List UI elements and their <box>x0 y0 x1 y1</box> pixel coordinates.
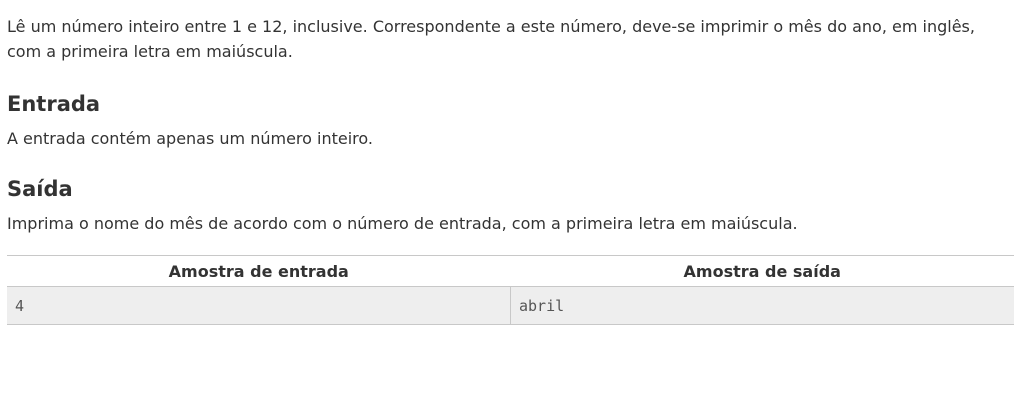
sample-input-header: Amostra de entrada <box>7 255 511 287</box>
samples-table: Amostra de entrada Amostra de saída 4 ab… <box>7 255 1014 325</box>
problem-content: Lê um número inteiro entre 1 e 12, inclu… <box>7 0 1014 325</box>
output-section-title: Saída <box>7 177 73 201</box>
samples-header-row: Amostra de entrada Amostra de saída <box>7 255 1014 287</box>
table-row: 4 abril <box>7 286 1014 325</box>
input-section-text: A entrada contém apenas um número inteir… <box>7 129 373 148</box>
input-section-title: Entrada <box>7 92 101 116</box>
sample-input-value: 4 <box>7 286 511 325</box>
sample-output-header: Amostra de saída <box>510 255 1014 287</box>
sample-output-value: abril <box>510 286 1014 325</box>
output-section-text: Imprima o nome do mês de acordo com o nú… <box>7 214 798 233</box>
problem-description: Lê um número inteiro entre 1 e 12, inclu… <box>7 17 975 61</box>
